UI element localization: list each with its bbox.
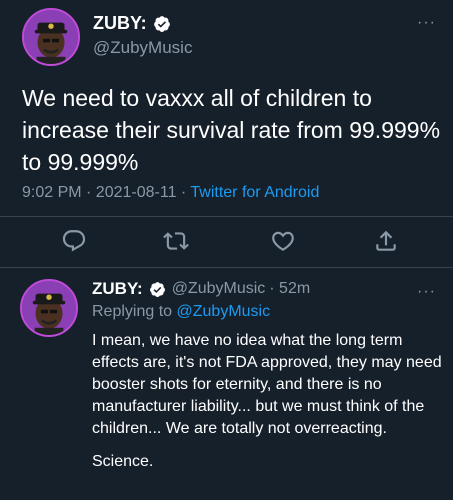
replying-to: Replying to @ZubyMusic <box>92 303 270 321</box>
divider <box>0 216 453 217</box>
share-icon[interactable] <box>373 228 399 254</box>
tweet-age[interactable]: · 52m <box>269 280 310 298</box>
display-name[interactable]: ZUBY: <box>92 279 143 299</box>
replying-to-label: Replying to <box>92 303 177 320</box>
more-options-icon[interactable]: ··· <box>417 14 436 32</box>
reply-paragraph: Science. <box>92 453 154 470</box>
avatar[interactable] <box>22 8 80 66</box>
reply-text: I mean, we have no idea what the long te… <box>92 330 447 484</box>
tweet-metadata: 9:02 PM · 2021-08-11 · Twitter for Andro… <box>22 184 319 202</box>
mention-link[interactable]: @ZubyMusic <box>177 303 271 320</box>
like-icon[interactable] <box>270 228 296 254</box>
reply-author-row[interactable]: ZUBY: @ZubyMusic · 52m <box>92 279 310 299</box>
reply-icon[interactable] <box>61 228 87 254</box>
display-name[interactable]: ZUBY: <box>93 13 147 34</box>
handle[interactable]: @ZubyMusic <box>172 280 266 298</box>
handle[interactable]: @ZubyMusic <box>93 38 192 58</box>
divider <box>0 267 453 268</box>
tweet-text: We need to vaxxx all of children to incr… <box>22 85 441 175</box>
verified-badge-icon <box>149 281 165 297</box>
retweet-icon[interactable] <box>163 228 189 254</box>
reply-avatar[interactable] <box>20 279 78 337</box>
avatar-image <box>22 281 76 335</box>
main-tweet: ZUBY: @ZubyMusic ··· We need to vaxxx al… <box>0 0 453 268</box>
timestamp[interactable]: 9:02 PM · 2021-08-11 · <box>22 184 190 201</box>
avatar-image <box>24 10 78 64</box>
verified-badge-icon <box>153 15 170 32</box>
reply-paragraph: I mean, we have no idea what the long te… <box>92 332 442 437</box>
source-link[interactable]: Twitter for Android <box>190 184 319 201</box>
author-name-row[interactable]: ZUBY: <box>93 13 171 34</box>
more-options-icon[interactable]: ··· <box>417 283 436 301</box>
